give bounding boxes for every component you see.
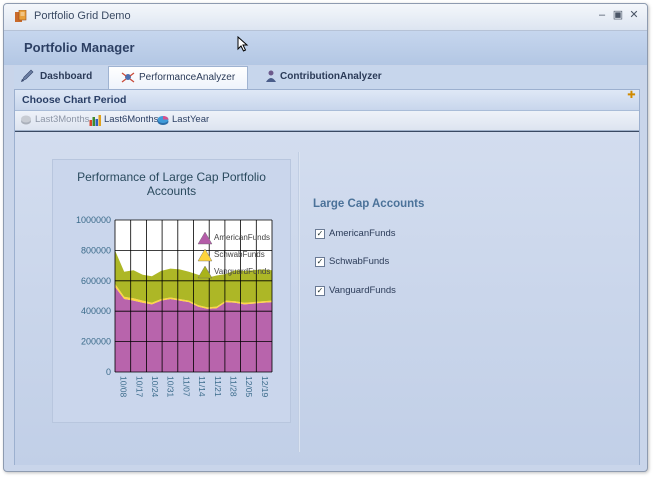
title-bar[interactable]: Portfolio Grid Demo – ▣ ✕ [4,4,647,31]
checkbox-vanguardfunds[interactable]: ✓ [315,286,325,296]
performance-panel: Choose Chart Period ✚ Last3Months Last6M… [14,89,640,465]
x-tick-label: 11/14 [197,376,207,397]
area-chart: 1000000 800000 600000 400000 200000 0 10/08 10/… [76,215,273,398]
period-toolbar: Last3Months Last6Months LastYear [15,111,639,131]
window-title: Portfolio Grid Demo [34,10,131,22]
pen-icon [21,69,34,82]
legend-label: AmericanFunds [214,233,270,242]
chart-panel: Performance of Large Cap Portfolio Accou… [52,159,291,423]
panel-divider [298,152,300,452]
disabled-chart-icon [21,115,31,125]
lastyear-button[interactable]: LastYear [157,113,213,128]
tab-dashboard[interactable]: Dashboard [16,66,102,88]
people-icon [266,70,276,82]
chart-content-area: Performance of Large Cap Portfolio Accou… [15,131,639,465]
tab-bar: Dashboard PerformanceAnalyzer Contributi… [14,66,640,90]
x-tick-label: 10/17 [134,376,144,398]
y-tick-label: 1000000 [76,215,111,225]
collapse-icon[interactable]: ✚ [627,91,636,101]
page-title: Portfolio Manager [24,40,135,55]
x-tick-label: 11/28 [229,376,239,397]
app-window: Portfolio Grid Demo – ▣ ✕ Portfolio Mana… [3,3,648,472]
analyzer-icon [121,72,135,83]
minimize-icon[interactable]: – [596,9,608,21]
checkbox-americanfunds[interactable]: ✓ [315,229,325,239]
pie-chart-icon [157,116,169,125]
mouse-cursor-icon [237,36,249,52]
x-tick-label: 10/08 [119,376,129,398]
x-tick-label: 10/31 [166,376,176,398]
section-header: Choose Chart Period ✚ [15,90,639,111]
last3months-button[interactable]: Last3Months [20,113,89,128]
app-logo-icon [15,10,27,22]
bar-chart-icon [89,115,101,126]
x-tick-label: 12/19 [260,376,270,398]
x-tick-label: 12/05 [244,376,254,398]
close-icon[interactable]: ✕ [628,9,640,21]
x-tick-label: 11/07 [181,376,191,397]
maximize-icon[interactable]: ▣ [612,9,624,21]
x-tick-label: 10/24 [150,376,160,398]
legend-label: VanguardFunds [214,267,270,276]
legend-label: SchwabFunds [214,250,265,259]
y-tick-label: 800000 [81,245,111,255]
checkbox-schwabfunds[interactable]: ✓ [315,257,325,267]
y-tick-label: 400000 [81,306,111,316]
tab-contributionanalyzer[interactable]: ContributionAnalyzer [260,66,400,88]
accounts-title: Large Cap Accounts [313,198,425,210]
y-tick-label: 200000 [81,337,111,347]
tab-performanceanalyzer[interactable]: PerformanceAnalyzer [108,66,248,89]
y-tick-label: 0 [106,367,111,377]
section-title: Choose Chart Period [22,94,127,106]
x-tick-label: 11/21 [213,376,223,397]
last6months-button[interactable]: Last6Months [89,113,158,128]
y-tick-label: 600000 [81,276,111,286]
